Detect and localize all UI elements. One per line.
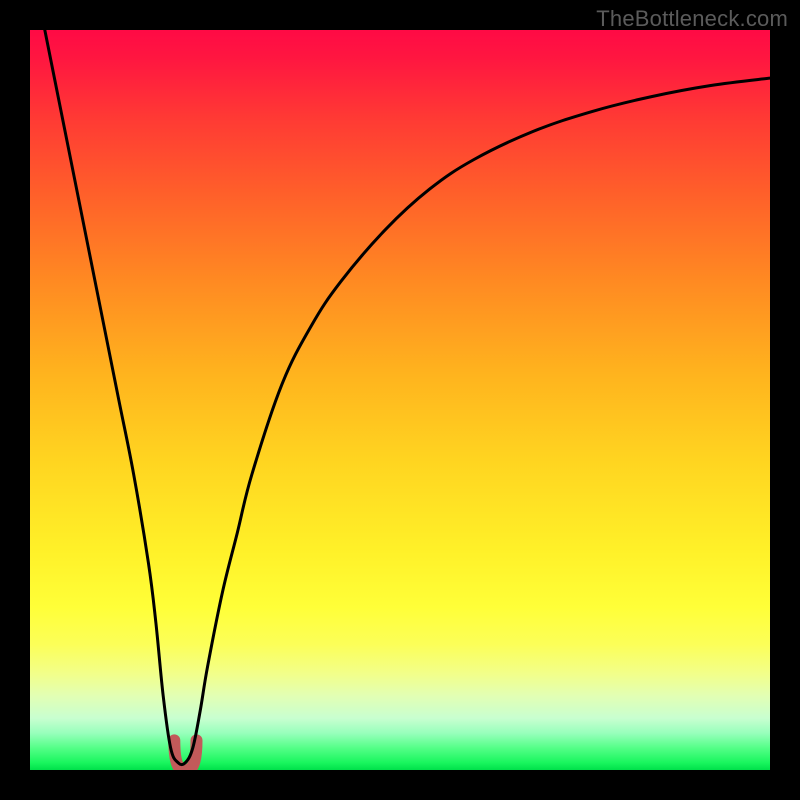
watermark-text: TheBottleneck.com (596, 6, 788, 32)
curve-layer (30, 30, 770, 770)
plot-area (30, 30, 770, 770)
bottleneck-curve (45, 30, 770, 765)
chart-frame: TheBottleneck.com (0, 0, 800, 800)
